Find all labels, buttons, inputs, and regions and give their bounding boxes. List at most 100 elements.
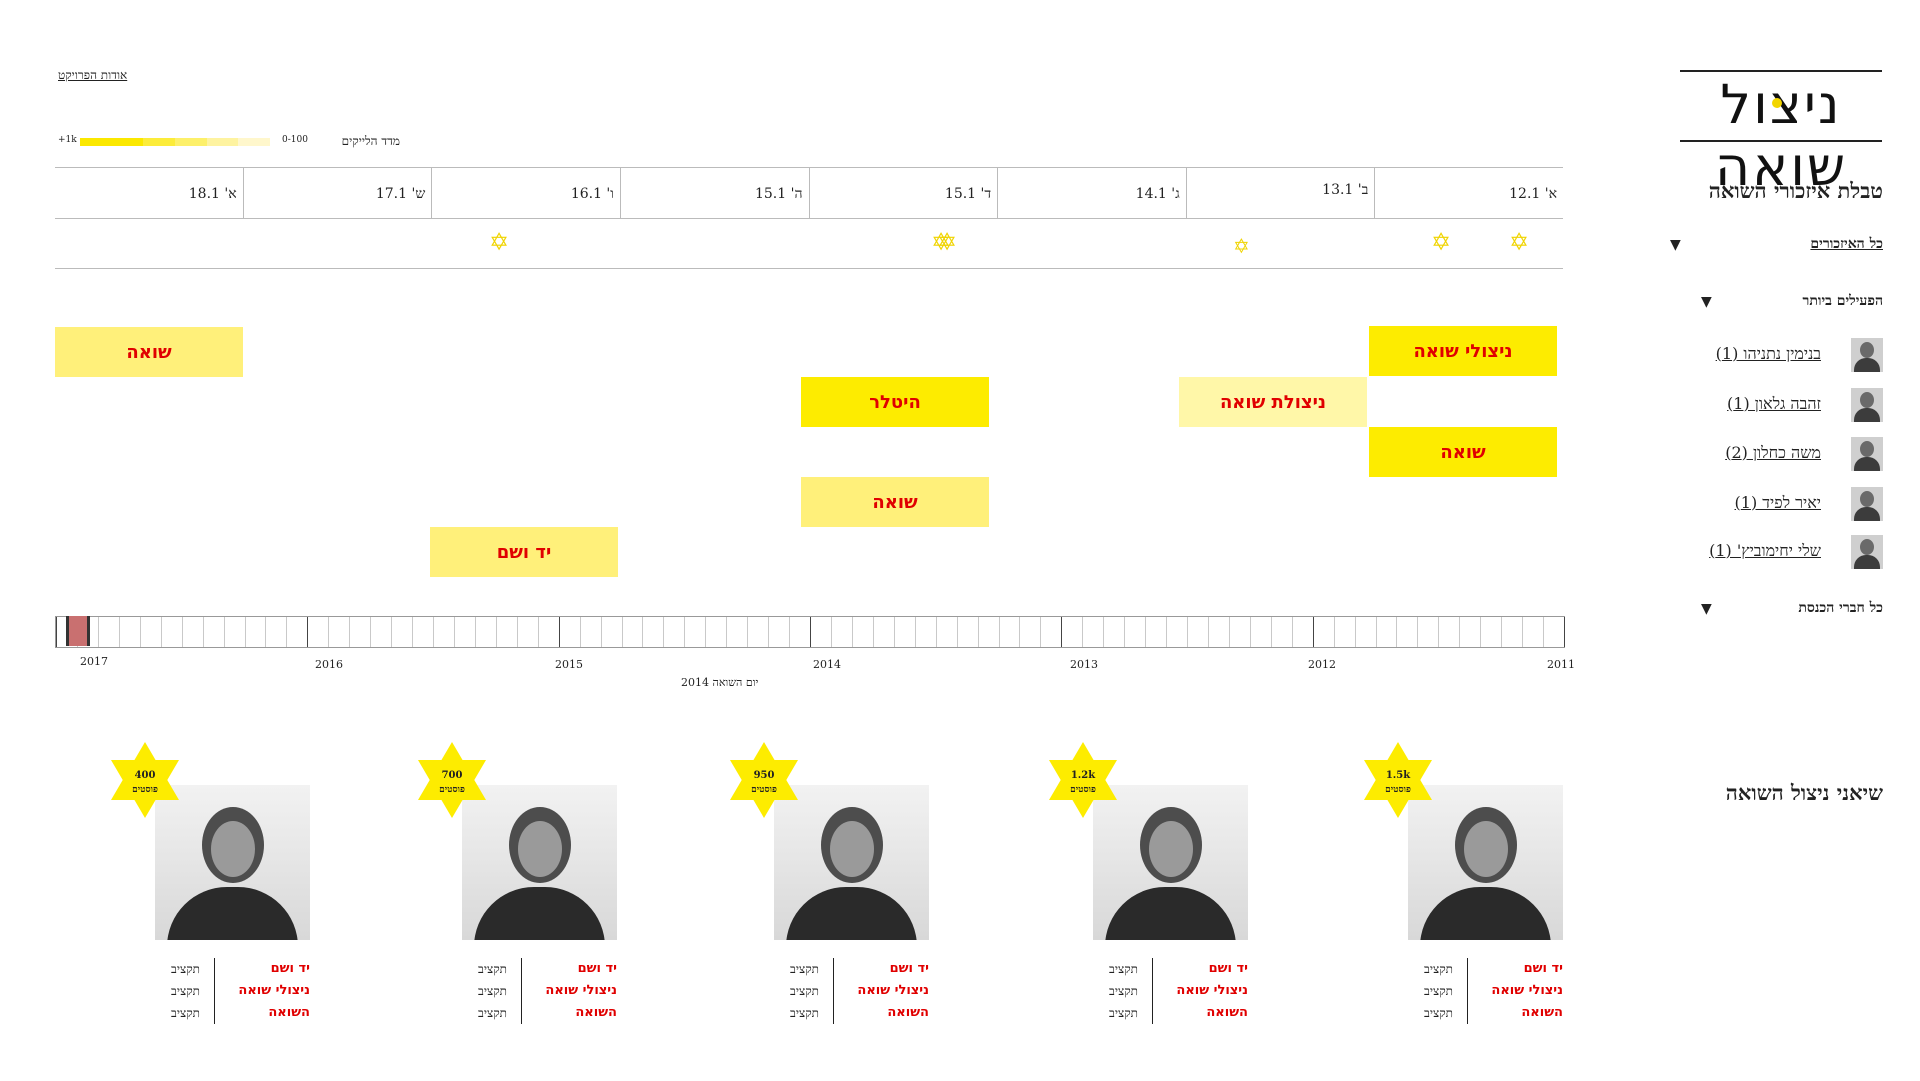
timeline-tick bbox=[1522, 617, 1523, 647]
posts-badge: 700 פוסטים bbox=[412, 740, 492, 820]
timeline-tick bbox=[1313, 617, 1314, 647]
member-row[interactable]: משה כחלון (2) bbox=[1690, 437, 1883, 471]
divider bbox=[1152, 958, 1153, 1024]
all-mentions-dropdown[interactable]: כל האיזכורים bbox=[1810, 236, 1883, 253]
excerpt-list: תקציב תקציב תקציב bbox=[1424, 962, 1453, 1020]
person-tag-list: יד ושם ניצולי שואה השואה bbox=[1491, 961, 1563, 1020]
timeline-tick bbox=[1543, 617, 1544, 647]
timeline-tick bbox=[768, 617, 769, 647]
year-timeline[interactable] bbox=[55, 616, 1565, 648]
timeline-tick bbox=[622, 617, 623, 647]
year-label: 2012 bbox=[1308, 658, 1336, 671]
timeline-tick bbox=[978, 617, 979, 647]
about-link[interactable]: אודות הפרויקט bbox=[58, 68, 127, 83]
member-row[interactable]: זהבה גלאון (1) bbox=[1690, 388, 1883, 422]
timeline-tick bbox=[307, 617, 308, 647]
posts-badge: 950 פוסטים bbox=[724, 740, 804, 820]
site-logo[interactable]: ניצול שואה bbox=[1680, 70, 1882, 198]
date-cell[interactable]: ב' 13.1 bbox=[1185, 168, 1375, 218]
date-header-row: א' 12.1 ב' 13.1 ג' 14.1 ד' 15.1 ה' 15.1 … bbox=[55, 167, 1563, 219]
mention-tag[interactable]: ניצולי שואה bbox=[1369, 326, 1557, 376]
member-name[interactable]: יאיר לפיד (1) bbox=[1735, 493, 1821, 513]
member-row[interactable]: שלי יחימוביץ' (1) bbox=[1690, 535, 1883, 569]
person-tag-list: יד ושם ניצולי שואה השואה bbox=[238, 961, 310, 1020]
timeline-tick bbox=[684, 617, 685, 647]
posts-badge: 400 פוסטים bbox=[105, 740, 185, 820]
timeline-tick bbox=[224, 617, 225, 647]
year-label: 2011 bbox=[1547, 658, 1575, 671]
timeline-tick bbox=[119, 617, 120, 647]
member-name[interactable]: זהבה גלאון (1) bbox=[1727, 394, 1821, 414]
member-row[interactable]: בנימין נתניהו (1) bbox=[1690, 338, 1883, 372]
date-cell[interactable]: א' 18.1 bbox=[55, 168, 243, 218]
star-of-david-icon[interactable]: ✡ bbox=[1431, 230, 1451, 254]
date-cell[interactable]: א' 12.1 bbox=[1374, 168, 1563, 218]
timeline-tick bbox=[265, 617, 266, 647]
timeline-tick bbox=[161, 617, 162, 647]
member-name[interactable]: בנימין נתניהו (1) bbox=[1716, 344, 1821, 364]
star-of-david-icon[interactable]: ✡ bbox=[1509, 230, 1529, 254]
timeline-tick bbox=[642, 617, 643, 647]
person-card[interactable]: 700 פוסטים יד ושם ניצולי שואה השואה תקציב ת… bbox=[402, 740, 617, 1030]
timeline-tick bbox=[370, 617, 371, 647]
star-of-david-icon[interactable]: ✡ bbox=[937, 230, 957, 254]
timeline-tick bbox=[705, 617, 706, 647]
star-of-david-icon[interactable]: ✡ bbox=[1233, 234, 1250, 258]
timeline-tick bbox=[1145, 617, 1146, 647]
person-card[interactable]: 400 פוסטים יד ושם ניצולי שואה השואה תקציב ת… bbox=[95, 740, 310, 1030]
date-cell[interactable]: ו' 16.1 bbox=[431, 168, 620, 218]
timeline-tick bbox=[999, 617, 1000, 647]
avatar bbox=[1851, 437, 1883, 471]
chevron-down-icon[interactable]: ▼ bbox=[1701, 294, 1712, 310]
timeline-tick bbox=[1166, 617, 1167, 647]
mention-tag[interactable]: יד ושם bbox=[430, 527, 618, 577]
timeline-tick bbox=[789, 617, 790, 647]
timeline-tick bbox=[726, 617, 727, 647]
timeline-tick bbox=[559, 617, 560, 647]
mention-tag[interactable]: שואה bbox=[55, 327, 243, 377]
year-label: 2014 bbox=[813, 658, 841, 671]
timeline-tick bbox=[1334, 617, 1335, 647]
timeline-tick bbox=[936, 617, 937, 647]
timeline-tick bbox=[182, 617, 183, 647]
chevron-down-icon[interactable]: ▼ bbox=[1670, 237, 1681, 253]
member-name[interactable]: משה כחלון (2) bbox=[1725, 443, 1821, 463]
date-cell[interactable]: ג' 14.1 bbox=[997, 168, 1186, 218]
all-members-dropdown[interactable]: כל חברי הכנסת bbox=[1798, 600, 1883, 617]
timeline-event-label: יום השואה 2014 bbox=[681, 676, 759, 689]
timeline-tick bbox=[1061, 617, 1062, 647]
date-cell[interactable]: ד' 15.1 bbox=[808, 168, 998, 218]
timeline-window-handle[interactable] bbox=[66, 616, 90, 646]
person-card[interactable]: 950 פוסטים יד ושם ניצולי שואה השואה תקציב ת… bbox=[714, 740, 929, 1030]
divider bbox=[833, 958, 834, 1024]
divider bbox=[214, 958, 215, 1024]
timeline-tick bbox=[1040, 617, 1041, 647]
timeline-tick bbox=[412, 617, 413, 647]
mention-tag[interactable]: היטלר bbox=[801, 377, 989, 427]
member-name[interactable]: שלי יחימוביץ' (1) bbox=[1709, 541, 1821, 561]
excerpt-list: תקציב תקציב תקציב bbox=[790, 962, 819, 1020]
mention-tag[interactable]: שואה bbox=[801, 477, 989, 527]
person-card[interactable]: 1.5k פוסטים יד ושם ניצולי שואה השואה תקציב… bbox=[1348, 740, 1563, 1030]
date-cell[interactable]: ה' 15.1 bbox=[619, 168, 809, 218]
mention-tag[interactable]: ניצולת שואה bbox=[1179, 377, 1367, 427]
mention-tag[interactable]: שואה bbox=[1369, 427, 1557, 477]
timeline-tick bbox=[1459, 617, 1460, 647]
sidebar-title: טבלת איזכורי השואה bbox=[1708, 178, 1883, 203]
avatar bbox=[1851, 487, 1883, 521]
legend-gradient-bar bbox=[80, 138, 271, 146]
date-cell[interactable]: ש' 17.1 bbox=[242, 168, 432, 218]
posts-badge: 1.5k פוסטים bbox=[1358, 740, 1438, 820]
person-tag-list: יד ושם ניצולי שואה השואה bbox=[1176, 961, 1248, 1020]
timeline-tick bbox=[1501, 617, 1502, 647]
timeline-tick bbox=[1103, 617, 1104, 647]
timeline-tick bbox=[873, 617, 874, 647]
chevron-down-icon[interactable]: ▼ bbox=[1701, 601, 1712, 617]
mention-star-row: ✡ ✡ ✡ ✡ ✡ ✡ bbox=[55, 218, 1563, 269]
person-card[interactable]: 1.2k פוסטים יד ושם ניצולי שואה השואה תקציב… bbox=[1033, 740, 1248, 1030]
legend-max-label: +1k bbox=[58, 135, 77, 145]
star-of-david-icon[interactable]: ✡ bbox=[489, 230, 509, 254]
most-active-dropdown[interactable]: הפעילים ביותר bbox=[1802, 293, 1883, 310]
member-row[interactable]: יאיר לפיד (1) bbox=[1690, 487, 1883, 521]
timeline-tick bbox=[852, 617, 853, 647]
